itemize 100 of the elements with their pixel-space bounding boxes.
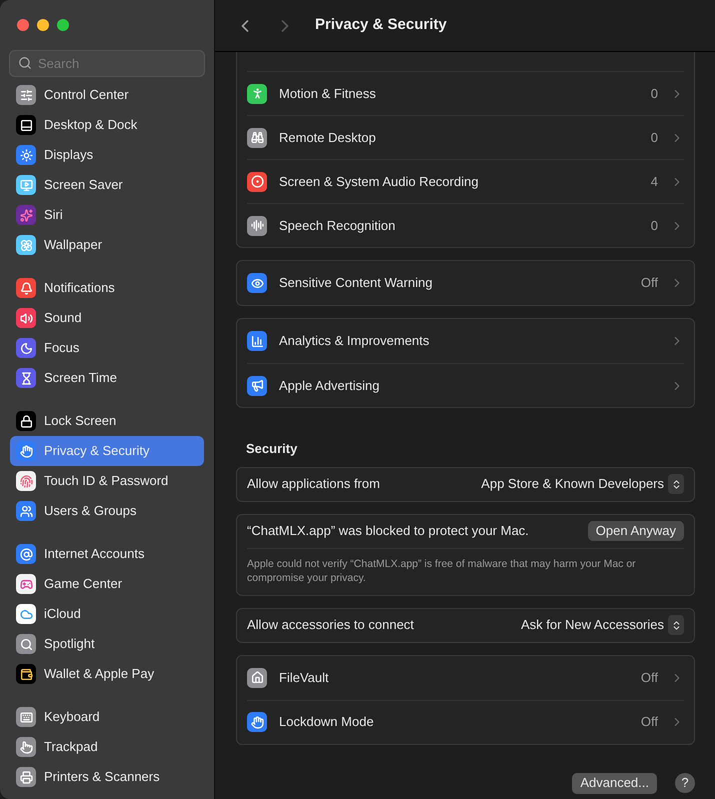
sidebar-item[interactable]: Sound xyxy=(10,303,204,333)
sun-icon xyxy=(16,145,36,165)
open-anyway-button[interactable]: Open Anyway xyxy=(588,521,684,541)
settings-row[interactable]: Apple Advertising xyxy=(247,363,684,407)
popup-button[interactable]: App Store & Known Developers xyxy=(481,474,684,494)
sidebar-item[interactable]: Desktop & Dock xyxy=(10,110,204,140)
printer-icon xyxy=(16,767,36,787)
advanced-button[interactable]: Advanced... xyxy=(572,772,657,794)
keyboard-icon xyxy=(16,707,36,727)
sidebar-item[interactable]: Screen Saver xyxy=(10,170,204,200)
search-icon xyxy=(18,56,32,70)
row-value: 4 xyxy=(650,172,658,191)
row-label: Screen & System Audio Recording xyxy=(279,172,480,191)
sidebar-label: Displays xyxy=(44,146,94,164)
settings-row[interactable]: Analytics & Improvements xyxy=(247,319,684,363)
sidebar-item[interactable]: Touch ID & Password xyxy=(10,466,204,496)
sidebar-label: Desktop & Dock xyxy=(44,116,138,134)
pointer-icon xyxy=(16,737,36,757)
sidebar-item[interactable]: Wallpaper xyxy=(10,230,204,260)
sidebar-label: Focus xyxy=(44,339,80,358)
row-label: Analytics & Improvements xyxy=(279,332,430,350)
house-icon xyxy=(247,668,267,688)
sidebar-label: Lock Screen xyxy=(44,412,116,430)
setting-label: Allow applications from xyxy=(247,475,381,494)
at-sign-icon xyxy=(16,544,36,564)
settings-row[interactable]: Remote Desktop 0 xyxy=(247,115,684,159)
sidebar-label: Screen Time xyxy=(44,369,117,388)
sidebar-label: Privacy & Security xyxy=(44,442,150,460)
sidebar-item[interactable]: Focus xyxy=(10,333,204,363)
bar-chart-icon xyxy=(247,331,267,351)
lock-icon xyxy=(16,411,36,431)
row-label: FileVault xyxy=(279,668,330,687)
sidebar-item[interactable]: Users & Groups xyxy=(10,496,204,526)
window-title: Privacy & Security xyxy=(315,15,447,36)
help-button[interactable]: ? xyxy=(675,773,695,793)
sidebar-label: Internet Accounts xyxy=(44,545,144,564)
sidebar-label: Printers & Scanners xyxy=(44,768,160,786)
sidebar-label: iCloud xyxy=(44,605,81,624)
settings-row[interactable]: FileVault Off xyxy=(247,656,684,700)
monitor-icon xyxy=(16,175,36,195)
sliders-icon xyxy=(16,85,36,105)
row-value: Off xyxy=(640,713,658,732)
sidebar-item[interactable]: Screen Time xyxy=(10,363,204,393)
bell-icon xyxy=(16,278,36,298)
sidebar-label: Users & Groups xyxy=(44,502,136,520)
sidebar-item[interactable]: Printers & Scanners xyxy=(10,762,204,792)
sidebar-item[interactable]: Lock Screen xyxy=(10,406,204,436)
sidebar-label: Notifications xyxy=(44,279,115,298)
sidebar-item[interactable]: iCloud xyxy=(10,599,204,629)
waveform-icon xyxy=(247,216,267,236)
users-icon xyxy=(16,501,36,521)
sidebar-item[interactable]: Trackpad xyxy=(10,732,204,762)
blocked-message: “ChatMLX.app” was blocked to protect your Mac. xyxy=(247,522,530,540)
sidebar-item[interactable]: Keyboard xyxy=(10,702,204,732)
section-heading: Security xyxy=(245,440,298,458)
sidebar-item[interactable]: Game Center xyxy=(10,569,204,599)
moon-icon xyxy=(16,338,36,358)
sidebar-label: Wallpaper xyxy=(44,236,102,254)
settings-row[interactable]: Sensitive Content Warning Off xyxy=(247,261,684,305)
sparkle-icon xyxy=(16,205,36,225)
row-label: Sensitive Content Warning xyxy=(279,274,434,292)
row-value: 0 xyxy=(650,84,658,103)
sidebar-item[interactable]: Privacy & Security xyxy=(10,436,204,466)
sidebar-item[interactable]: Displays xyxy=(10,140,204,170)
speaker-icon xyxy=(16,308,36,328)
sidebar-item[interactable]: Spotlight xyxy=(10,629,204,659)
sidebar-item[interactable]: Siri xyxy=(10,200,204,230)
sidebar-item[interactable]: Internet Accounts xyxy=(10,539,204,569)
sidebar-label: Keyboard xyxy=(44,708,100,726)
row-value: Off xyxy=(640,668,658,687)
row-label: Remote Desktop xyxy=(279,128,377,147)
sidebar-label: Control Center xyxy=(44,86,129,104)
search-field[interactable]: Search xyxy=(9,50,205,77)
sidebar-label: Spotlight xyxy=(44,635,95,654)
settings-row[interactable]: Motion & Fitness 0 xyxy=(247,71,684,115)
magnifier-icon xyxy=(16,634,36,654)
sidebar-label: Touch ID & Password xyxy=(44,472,168,490)
gamepad-icon xyxy=(16,574,36,594)
sidebar-item[interactable]: Wallet & Apple Pay xyxy=(10,659,204,689)
cloud-icon xyxy=(16,604,36,624)
minimize-window-button[interactable] xyxy=(37,19,49,31)
close-window-button[interactable] xyxy=(17,19,29,31)
wallet-icon xyxy=(16,664,36,684)
hand-icon xyxy=(247,712,267,732)
popup-button[interactable]: Ask for New Accessories xyxy=(520,615,684,635)
sidebar-label: Wallet & Apple Pay xyxy=(44,665,154,684)
hourglass-icon xyxy=(16,368,36,388)
hand-icon xyxy=(16,441,36,461)
sidebar-label: Screen Saver xyxy=(44,176,123,194)
settings-row[interactable]: Lockdown Mode Off xyxy=(247,700,684,744)
zoom-window-button[interactable] xyxy=(57,19,69,31)
sidebar-item[interactable]: Notifications xyxy=(10,273,204,303)
settings-row[interactable]: Screen & System Audio Recording 4 xyxy=(247,159,684,203)
settings-row[interactable]: Speech Recognition 0 xyxy=(247,203,684,247)
record-icon xyxy=(247,172,267,192)
fingerprint-icon xyxy=(16,471,36,491)
sidebar-label: Game Center xyxy=(44,575,122,594)
sidebar-label: Trackpad xyxy=(44,738,98,756)
eye-icon xyxy=(247,273,267,293)
sidebar-item[interactable]: Control Center xyxy=(10,80,204,110)
